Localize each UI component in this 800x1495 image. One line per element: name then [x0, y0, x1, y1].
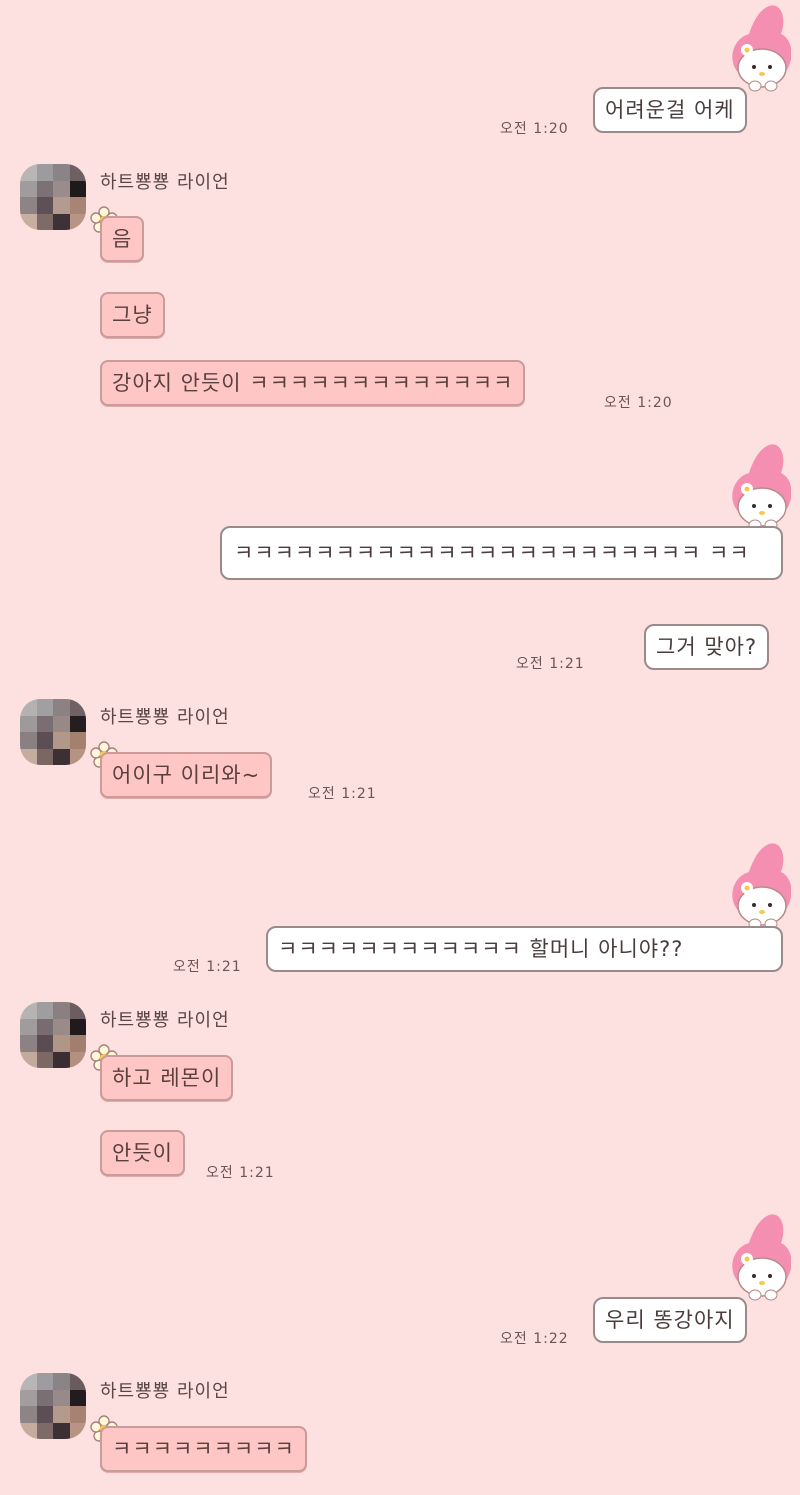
- my-message-bubble[interactable]: 어려운걸 어케: [593, 87, 747, 133]
- message-text: 어이구 이리와~: [112, 763, 261, 787]
- contact-avatar[interactable]: [20, 1373, 86, 1439]
- message-time: 오전 1:21: [173, 959, 242, 975]
- their-message-bubble[interactable]: 어이구 이리와~: [100, 752, 273, 798]
- contact-avatar[interactable]: [20, 164, 86, 230]
- my-message-bubble[interactable]: ㅋㅋㅋㅋㅋㅋㅋㅋㅋㅋㅋㅋㅋㅋㅋㅋㅋㅋㅋㅋㅋㅋㅋ ㅋㅋ: [220, 526, 783, 580]
- their-message-bubble[interactable]: 안듯이: [100, 1130, 185, 1176]
- message-text: 하고 레몬이: [112, 1066, 222, 1090]
- message-time: 오전 1:21: [308, 786, 377, 802]
- contact-name: 하트뿅뿅 라이언: [100, 172, 230, 193]
- message-text: 어려운걸 어케: [605, 98, 735, 122]
- my-melody-sticker-icon: [732, 444, 791, 531]
- message-text: ㅋㅋㅋㅋㅋㅋㅋㅋㅋㅋㅋㅋ 할머니 아니야??: [278, 937, 684, 961]
- message-time: 오전 1:21: [516, 656, 585, 672]
- message-text: 우리 똥강아지: [605, 1308, 735, 1332]
- message-time: 오전 1:21: [206, 1165, 275, 1181]
- contact-name: 하트뿅뿅 라이언: [100, 1010, 230, 1031]
- message-text: 안듯이: [112, 1141, 173, 1165]
- their-message-bubble[interactable]: 그냥: [100, 292, 165, 338]
- their-message-bubble[interactable]: 음: [100, 216, 145, 262]
- contact-avatar[interactable]: [20, 1002, 86, 1068]
- my-message-bubble[interactable]: 우리 똥강아지: [593, 1297, 747, 1343]
- contact-name: 하트뿅뿅 라이언: [100, 707, 230, 728]
- message-time: 오전 1:22: [500, 1331, 569, 1347]
- contact-name: 하트뿅뿅 라이언: [100, 1381, 230, 1402]
- message-text: ㅋㅋㅋㅋㅋㅋㅋㅋㅋㅋㅋㅋㅋㅋㅋㅋㅋㅋㅋㅋㅋㅋㅋ ㅋㅋ: [234, 541, 750, 565]
- my-message-bubble[interactable]: ㅋㅋㅋㅋㅋㅋㅋㅋㅋㅋㅋㅋ 할머니 아니야??: [266, 926, 783, 972]
- their-message-bubble[interactable]: 하고 레몬이: [100, 1055, 234, 1101]
- my-melody-sticker-icon: [732, 843, 791, 930]
- message-time: 오전 1:20: [500, 121, 569, 137]
- their-message-bubble[interactable]: ㅋㅋㅋㅋㅋㅋㅋㅋㅋ: [100, 1426, 307, 1472]
- message-time: 오전 1:20: [604, 395, 673, 411]
- message-text: 그거 맞아?: [656, 635, 758, 659]
- message-text: 음: [112, 227, 133, 251]
- my-melody-sticker-icon: [732, 5, 791, 92]
- message-text: 강아지 안듯이 ㅋㅋㅋㅋㅋㅋㅋㅋㅋㅋㅋㅋㅋ: [112, 371, 514, 395]
- contact-avatar[interactable]: [20, 699, 86, 765]
- my-message-bubble[interactable]: 그거 맞아?: [644, 624, 770, 670]
- message-text: 그냥: [112, 303, 153, 327]
- message-text: ㅋㅋㅋㅋㅋㅋㅋㅋㅋ: [112, 1437, 295, 1461]
- my-melody-sticker-icon: [732, 1214, 791, 1301]
- their-message-bubble[interactable]: 강아지 안듯이 ㅋㅋㅋㅋㅋㅋㅋㅋㅋㅋㅋㅋㅋ: [100, 360, 526, 406]
